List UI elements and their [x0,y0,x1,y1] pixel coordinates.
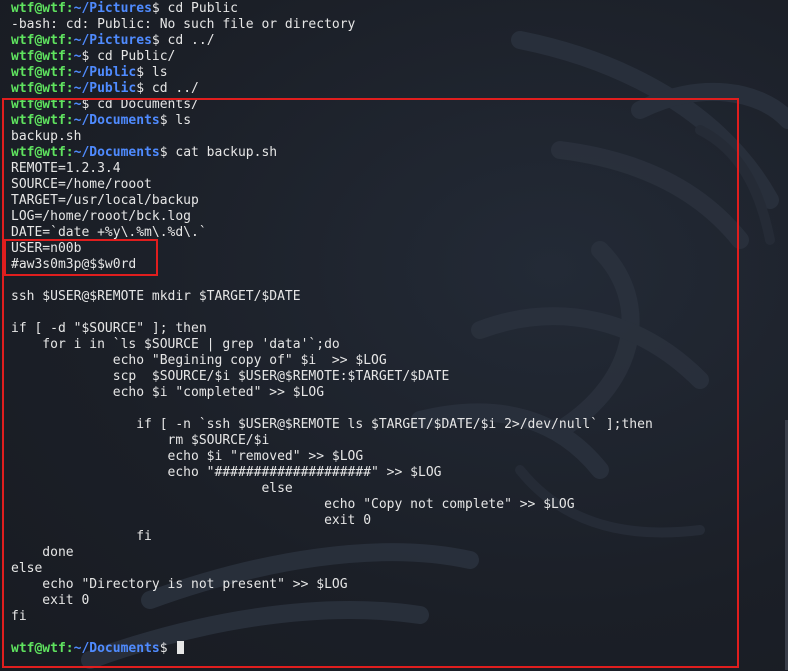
terminal-window[interactable]: wtf@wtf:~/Pictures$ cd Public -bash: cd: … [0,0,788,671]
prompt-path: ~/Pictures [73,1,152,16]
prompt-line: wtf@wtf:~/Pictures$ cd ../ [11,33,215,49]
prompt-user: wtf@wtf: [11,33,74,48]
prompt-path: ~/Public [73,65,137,80]
prompt-line: wtf@wtf:~$ cd Public/ [11,49,175,65]
prompt-user: wtf@wtf: [11,1,74,16]
prompt-command: $ ls [136,65,168,80]
prompt-user: wtf@wtf: [11,81,74,96]
prompt-command: $ cd ../ [136,81,199,96]
prompt-user: wtf@wtf: [11,65,74,80]
prompt-user: wtf@wtf: [11,49,74,64]
credentials-highlight-box [4,239,158,276]
prompt-line: wtf@wtf:~/Pictures$ cd Public [11,1,238,17]
prompt-command: $ cd Public/ [81,49,176,64]
prompt-line: wtf@wtf:~/Public$ cd ../ [11,81,199,97]
prompt-command: $ cd ../ [151,33,215,48]
prompt-command: $ cd Public [151,1,238,16]
output-line: -bash: cd: Public: No such file or direc… [11,17,356,32]
prompt-path: ~/Pictures [73,33,152,48]
prompt-path: ~/Public [73,81,137,96]
prompt-line: wtf@wtf:~/Public$ ls [11,65,168,81]
script-highlight-box [2,98,739,668]
